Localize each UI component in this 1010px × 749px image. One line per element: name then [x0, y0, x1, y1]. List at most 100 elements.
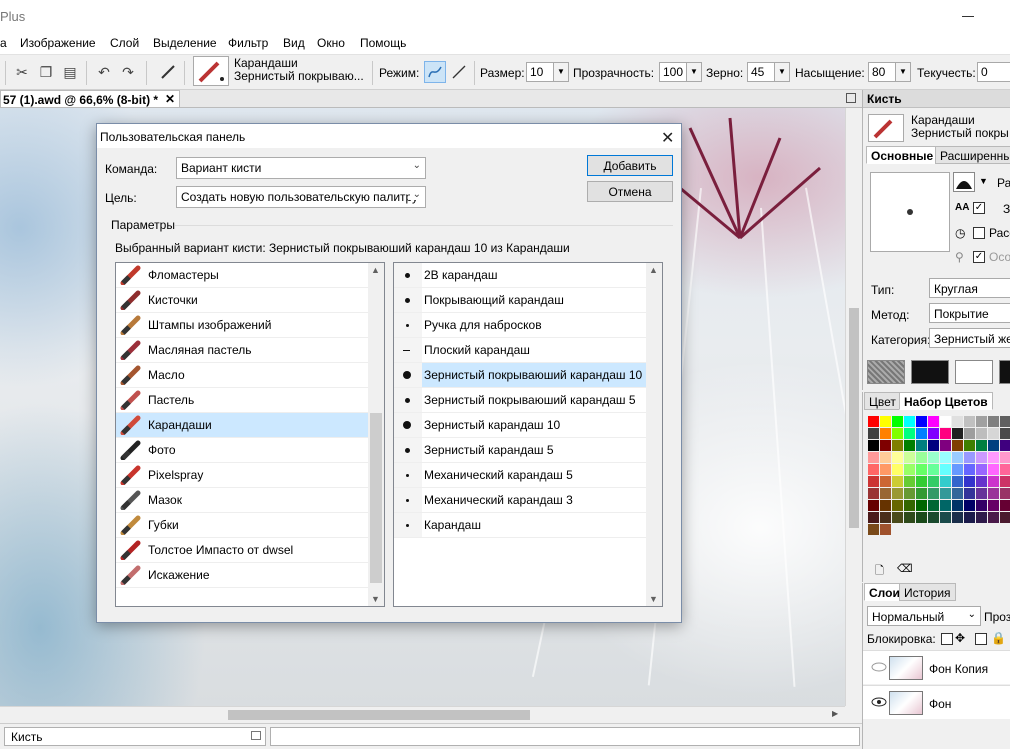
color-swatch[interactable]: [928, 512, 939, 523]
color-swatch[interactable]: [1000, 452, 1010, 463]
lock-transparency-checkbox[interactable]: [941, 633, 953, 645]
list-item[interactable]: Плоский карандаш: [394, 338, 646, 363]
color-swatch[interactable]: [1000, 428, 1010, 439]
color-swatch[interactable]: [868, 488, 879, 499]
color-swatch[interactable]: [892, 440, 903, 451]
method-select[interactable]: Покрытие: [929, 303, 1010, 323]
color-swatch[interactable]: [1000, 476, 1010, 487]
list-item[interactable]: Масляная пастель: [116, 338, 368, 363]
color-swatch[interactable]: [928, 440, 939, 451]
document-tab[interactable]: 57 (1).awd @ 66,6% (8-bit) * ✕: [0, 90, 180, 108]
tab-basic[interactable]: Основные: [866, 146, 939, 164]
paper-texture-selector[interactable]: [867, 360, 905, 384]
color-swatch[interactable]: [892, 416, 903, 427]
color-swatch[interactable]: [964, 452, 975, 463]
scroll-up-icon[interactable]: ▲: [649, 265, 658, 275]
list-item[interactable]: Толстое Импасто от dwsel: [116, 538, 368, 563]
color-swatch[interactable]: [988, 416, 999, 427]
option2-checkbox[interactable]: [973, 227, 985, 239]
category-select[interactable]: Зернистый же: [929, 328, 1010, 348]
color-swatch[interactable]: [868, 440, 879, 451]
scroll-right-icon[interactable]: ▶: [832, 709, 838, 718]
cancel-button[interactable]: Отмена: [587, 181, 673, 202]
menu-item-help[interactable]: Помощь: [360, 36, 406, 50]
lock-all-checkbox[interactable]: [975, 633, 987, 645]
list-item[interactable]: Фото: [116, 438, 368, 463]
color-swatch[interactable]: [940, 440, 951, 451]
color-swatch[interactable]: [1000, 416, 1010, 427]
layer-row[interactable]: Фон Копия: [863, 650, 1010, 684]
color-swatch[interactable]: [964, 512, 975, 523]
color-swatch[interactable]: [916, 464, 927, 475]
nozzle-selector[interactable]: [999, 360, 1010, 384]
color-swatch[interactable]: [952, 452, 963, 463]
color-swatch[interactable]: [964, 476, 975, 487]
horizontal-scrollbar[interactable]: ▶: [0, 706, 845, 723]
antialias-checkbox[interactable]: ✓: [973, 202, 985, 214]
color-swatch[interactable]: [976, 440, 987, 451]
color-swatch[interactable]: [976, 512, 987, 523]
tab-advanced[interactable]: Расширенны: [935, 146, 1010, 164]
color-swatch[interactable]: [940, 512, 951, 523]
chevron-down-icon[interactable]: ▼: [979, 176, 988, 186]
color-swatch[interactable]: [988, 464, 999, 475]
straight-line-mode-icon[interactable]: [448, 61, 470, 83]
list-item[interactable]: Зернистый покрываюший карандаш 5: [394, 388, 646, 413]
menu-item-layer[interactable]: Слой: [110, 36, 139, 50]
tab-history[interactable]: История: [899, 583, 956, 601]
color-swatch[interactable]: [880, 440, 891, 451]
color-swatch[interactable]: [964, 464, 975, 475]
color-swatch[interactable]: [916, 452, 927, 463]
color-swatch[interactable]: [952, 428, 963, 439]
scroll-thumb[interactable]: [849, 308, 859, 528]
color-swatch[interactable]: [928, 452, 939, 463]
list-item[interactable]: Механический карандаш 3: [394, 488, 646, 513]
new-color-icon[interactable]: 🗋: [875, 562, 884, 581]
list-item[interactable]: Искажение: [116, 563, 368, 588]
color-swatch[interactable]: [988, 476, 999, 487]
color-swatch[interactable]: [952, 440, 963, 451]
color-swatch[interactable]: [916, 428, 927, 439]
brush-panel-preview[interactable]: [868, 114, 904, 142]
color-swatch[interactable]: [964, 488, 975, 499]
chevron-down-icon[interactable]: ▼: [686, 63, 701, 81]
color-swatch[interactable]: [952, 500, 963, 511]
option3-checkbox[interactable]: ✓: [973, 251, 985, 263]
color-swatch[interactable]: [904, 500, 915, 511]
layer-row[interactable]: Фон: [863, 685, 1010, 719]
color-swatch[interactable]: [952, 416, 963, 427]
command-select[interactable]: Вариант кисти ⌄: [176, 157, 426, 179]
color-swatch[interactable]: [976, 428, 987, 439]
color-swatch[interactable]: [976, 464, 987, 475]
list-item[interactable]: Кисточки: [116, 288, 368, 313]
color-swatch[interactable]: [964, 440, 975, 451]
color-swatch[interactable]: [988, 512, 999, 523]
tab-color[interactable]: Цвет: [864, 392, 901, 410]
color-swatch[interactable]: [928, 476, 939, 487]
scroll-thumb[interactable]: [370, 413, 382, 583]
add-button[interactable]: Добавить: [587, 155, 673, 176]
chevron-down-icon[interactable]: ▼: [895, 63, 910, 81]
list-item[interactable]: Карандаш: [394, 513, 646, 538]
tab-color-sets[interactable]: Набор Цветов: [899, 392, 993, 410]
undo-icon[interactable]: ↶: [94, 62, 114, 82]
color-swatch[interactable]: [952, 488, 963, 499]
gradient-selector[interactable]: [911, 360, 949, 384]
list-item[interactable]: Фломастеры: [116, 263, 368, 288]
blend-mode-select[interactable]: Нормальный ⌄: [867, 606, 981, 626]
eye-icon[interactable]: [871, 696, 887, 708]
color-swatch[interactable]: [952, 464, 963, 475]
color-swatch[interactable]: [880, 464, 891, 475]
size-combo[interactable]: 10 ▼: [526, 62, 569, 82]
list-item[interactable]: 2B карандаш: [394, 263, 646, 288]
color-swatch[interactable]: [988, 440, 999, 451]
brush-variant-list[interactable]: 2B карандаш Покрывающий карандаш Ручка для…: [393, 262, 663, 607]
color-swatch[interactable]: [880, 428, 891, 439]
menu-item-window[interactable]: Окно: [317, 36, 345, 50]
color-swatch[interactable]: [868, 524, 879, 535]
color-swatch[interactable]: [916, 500, 927, 511]
color-swatch[interactable]: [868, 476, 879, 487]
color-swatch[interactable]: [928, 488, 939, 499]
chevron-down-icon[interactable]: ▼: [553, 63, 568, 81]
color-swatch[interactable]: [892, 500, 903, 511]
